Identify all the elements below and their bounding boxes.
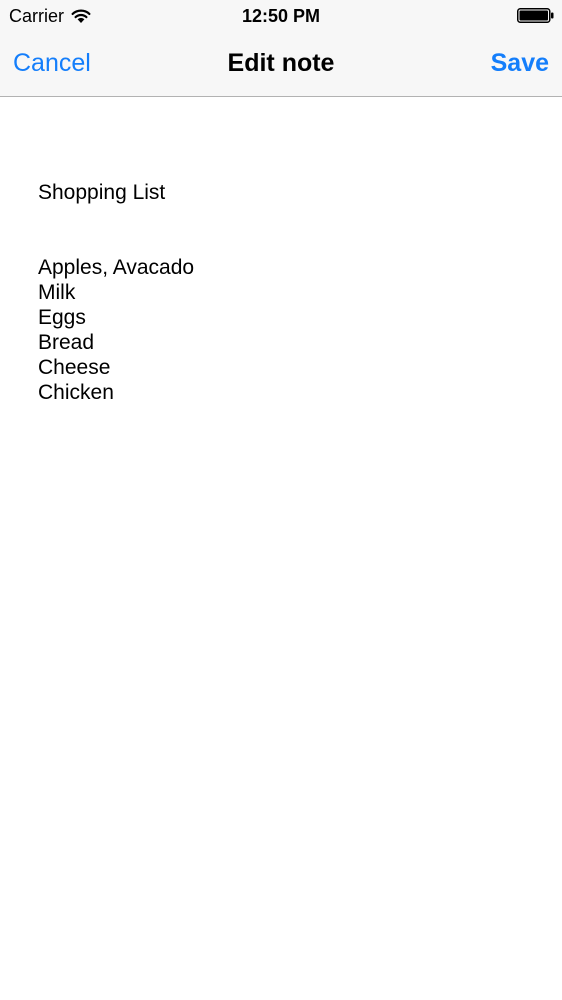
battery-full-icon xyxy=(517,8,554,23)
note-text-editor[interactable]: Shopping List Apples, Avacado Milk Eggs … xyxy=(38,180,528,960)
navigation-bar: Cancel Edit note Save xyxy=(0,30,562,97)
status-bar: Carrier 12:50 PM xyxy=(0,0,562,30)
status-time: 12:50 PM xyxy=(241,6,321,26)
page-title: Edit note xyxy=(227,49,335,77)
save-button[interactable]: Save xyxy=(491,47,549,79)
